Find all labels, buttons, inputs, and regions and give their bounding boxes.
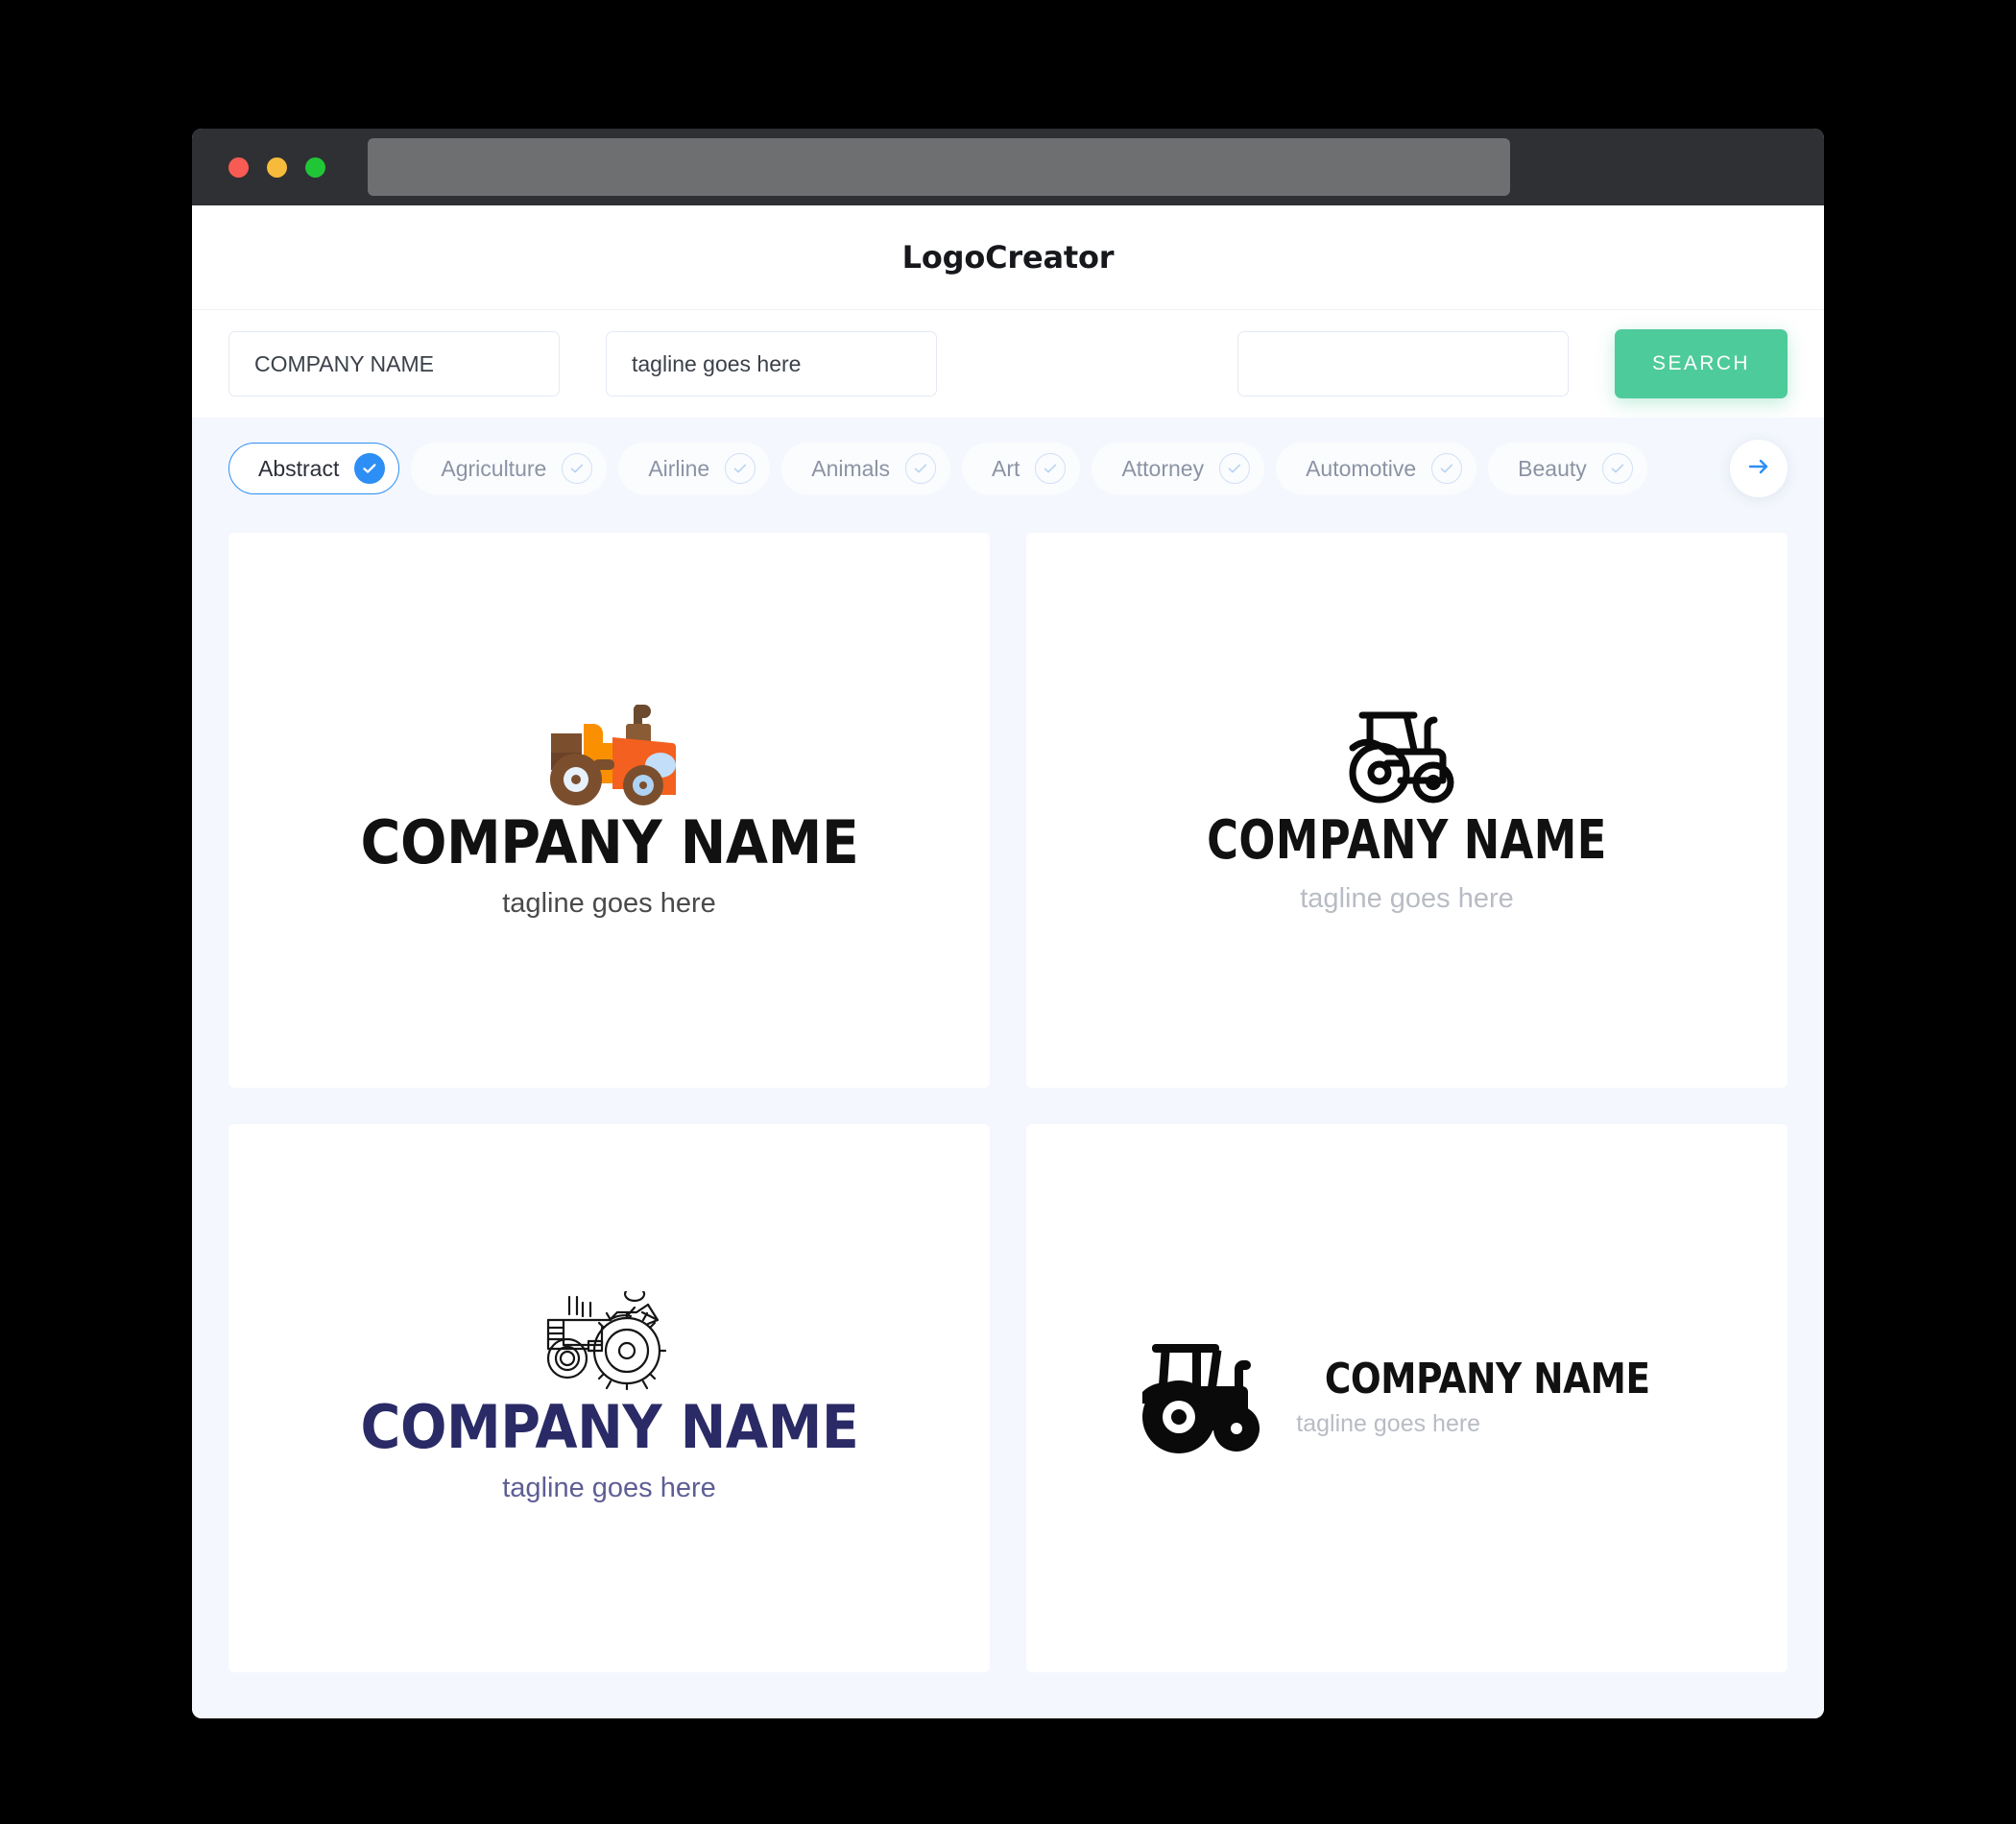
logo-card[interactable]: COMPANY NAME tagline goes here	[228, 1123, 990, 1672]
logo-card[interactable]: COMPANY NAME tagline goes here	[1026, 533, 1788, 1088]
tractor-line-art-icon	[535, 1286, 684, 1398]
sidebar-item-beauty[interactable]: Beauty	[1488, 443, 1647, 494]
check-circle-icon	[1035, 453, 1067, 484]
logo-tagline: tagline goes here	[502, 1473, 716, 1504]
logo-card[interactable]: COMPANY NAME tagline goes here	[228, 533, 990, 1088]
keyword-input[interactable]	[1237, 331, 1569, 396]
logo-tagline: tagline goes here	[1300, 882, 1514, 914]
chip-label: Agriculture	[441, 455, 547, 481]
company-name-input[interactable]: COMPANY NAME	[228, 331, 560, 396]
minimize-window-button[interactable]	[267, 156, 287, 178]
logo-tagline: tagline goes here	[1296, 1409, 1481, 1437]
check-circle-icon	[905, 453, 937, 484]
logo-results-grid: COMPANY NAME tagline goes here COMPANY N…	[192, 519, 1824, 1718]
chip-label: Beauty	[1518, 455, 1587, 481]
logo-card[interactable]: COMPANY NAME tagline goes here	[1026, 1123, 1788, 1672]
window-controls	[228, 156, 325, 178]
company-name-value: COMPANY NAME	[254, 350, 435, 376]
browser-titlebar	[192, 129, 1824, 205]
arrow-right-icon	[1745, 453, 1772, 485]
check-circle-icon	[354, 453, 386, 484]
chip-label: Art	[992, 455, 1020, 481]
tractor-solid-icon	[1135, 1336, 1263, 1460]
sidebar-item-animals[interactable]: Animals	[781, 443, 951, 494]
logo-company-name: COMPANY NAME	[360, 806, 858, 877]
tractor-flat-color-icon	[538, 701, 682, 813]
chip-label: Attorney	[1121, 455, 1205, 481]
logo-preview: COMPANY NAME tagline goes here	[339, 701, 880, 920]
address-bar[interactable]	[368, 138, 1510, 196]
search-button[interactable]: SEARCH	[1615, 329, 1788, 398]
chip-label: Animals	[811, 455, 891, 481]
check-circle-icon	[562, 453, 593, 484]
check-circle-icon	[1601, 453, 1633, 484]
logo-preview: COMPANY NAME tagline goes here	[339, 1286, 880, 1504]
logo-text-block: COMPANY NAME tagline goes here	[1296, 1354, 1678, 1438]
screenshot-root: LogoCreator COMPANY NAME tagline goes he…	[0, 0, 2016, 1824]
chip-label: Abstract	[258, 455, 340, 481]
check-circle-icon	[1219, 453, 1251, 484]
sidebar-item-agriculture[interactable]: Agriculture	[411, 443, 608, 494]
check-circle-icon	[725, 453, 756, 484]
sidebar-item-art[interactable]: Art	[962, 443, 1081, 494]
app-header: LogoCreator	[192, 205, 1824, 309]
tagline-input[interactable]: tagline goes here	[606, 331, 937, 396]
logo-preview: COMPANY NAME tagline goes here	[1135, 1336, 1678, 1460]
tractor-outline-icon	[1345, 706, 1470, 814]
close-window-button[interactable]	[228, 156, 249, 178]
logo-company-name: COMPANY NAME	[1207, 808, 1607, 872]
page-title: LogoCreator	[901, 239, 1115, 276]
maximize-window-button[interactable]	[305, 156, 325, 178]
next-categories-button[interactable]	[1730, 440, 1788, 497]
sidebar-item-abstract[interactable]: Abstract	[228, 443, 400, 494]
sidebar-item-attorney[interactable]: Attorney	[1092, 443, 1265, 494]
sidebar-item-airline[interactable]: Airline	[618, 443, 771, 494]
check-circle-icon	[1431, 453, 1463, 484]
logo-tagline: tagline goes here	[502, 887, 716, 919]
logo-preview: COMPANY NAME tagline goes here	[1157, 706, 1657, 915]
logo-company-name: COMPANY NAME	[360, 1392, 858, 1463]
chip-label: Airline	[648, 455, 710, 481]
logo-company-name: COMPANY NAME	[1325, 1354, 1650, 1404]
browser-window: LogoCreator COMPANY NAME tagline goes he…	[192, 129, 1824, 1718]
sidebar-item-automotive[interactable]: Automotive	[1276, 443, 1477, 494]
tagline-value: tagline goes here	[632, 350, 802, 376]
category-filter-bar[interactable]: Abstract Agriculture Airline Animals Art…	[192, 418, 1824, 519]
chip-label: Automotive	[1306, 455, 1417, 481]
search-toolbar: COMPANY NAME tagline goes here SEARCH	[192, 309, 1824, 418]
